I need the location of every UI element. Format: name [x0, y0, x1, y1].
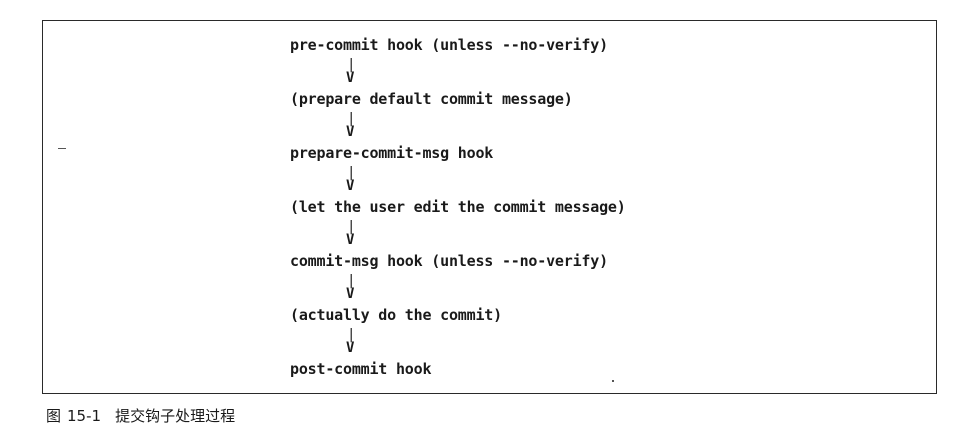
step-do-commit: (actually do the commit): [290, 306, 502, 324]
flow-connector: | V: [290, 108, 410, 144]
step-prepare-commit-msg-hook: prepare-commit-msg hook: [290, 144, 494, 162]
flow-connector: | V: [290, 162, 410, 198]
step-prepare-default-message: (prepare default commit message): [290, 90, 573, 108]
arrow-down-icon: V: [346, 178, 355, 194]
scan-speck-left: [58, 148, 66, 149]
flow-connector: | V: [290, 216, 410, 252]
flow-connector: | V: [290, 54, 410, 90]
caption-title: 提交钩子处理过程: [115, 407, 236, 425]
flow-connector: | V: [290, 270, 410, 306]
flow-connector: | V: [290, 324, 410, 360]
step-user-edit-message: (let the user edit the commit message): [290, 198, 626, 216]
caption-number: 15-1: [67, 407, 102, 425]
arrow-down-icon: V: [346, 124, 355, 140]
arrow-down-icon: V: [346, 232, 355, 248]
figure-caption: 图 15-1 提交钩子处理过程: [46, 405, 235, 426]
arrow-down-icon: V: [346, 286, 355, 302]
arrow-down-icon: V: [346, 70, 355, 86]
step-pre-commit-hook: pre-commit hook (unless --no-verify): [290, 36, 608, 54]
scan-speck-right: [612, 380, 614, 382]
step-commit-msg-hook: commit-msg hook (unless --no-verify): [290, 252, 608, 270]
step-post-commit-hook: post-commit hook: [290, 360, 432, 378]
arrow-down-icon: V: [346, 340, 355, 356]
commit-hook-flow: pre-commit hook (unless --no-verify) | V…: [290, 36, 626, 378]
caption-prefix: 图: [46, 407, 62, 425]
